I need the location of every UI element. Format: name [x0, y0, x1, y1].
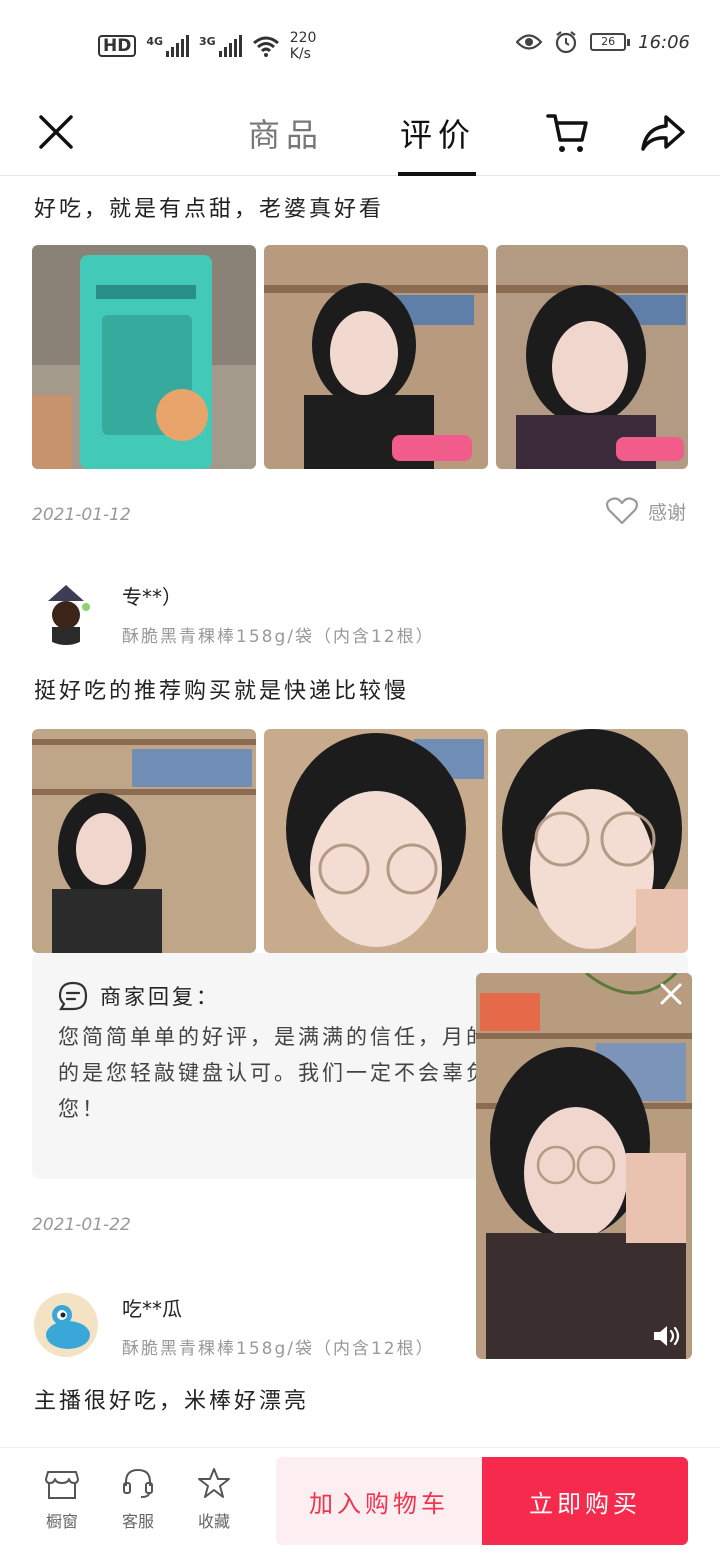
wifi-icon: [252, 36, 279, 57]
bottom-action-bar: 橱窗 客服 收藏 加入购物车 立即购买: [0, 1447, 720, 1560]
thanks-button[interactable]: 感谢: [605, 497, 686, 525]
add-to-cart-button[interactable]: 加入购物车: [276, 1457, 482, 1545]
cart-icon[interactable]: [546, 112, 590, 154]
review-photos: [32, 729, 688, 953]
avatar[interactable]: [34, 1293, 98, 1357]
review-list[interactable]: 好吃，就是有点甜，老婆真好看 2021-01-12 感谢 专**） 酥脆黑青稞棒…: [0, 177, 720, 1447]
volume-icon[interactable]: [652, 1323, 682, 1349]
review-photo[interactable]: [32, 245, 256, 469]
status-bar: HD 4G 3G 220 K/s 26 16:06: [0, 0, 720, 88]
review-text: 好吃，就是有点甜，老婆真好看: [34, 197, 385, 222]
review-photo[interactable]: [32, 729, 256, 953]
headset-icon: [123, 1468, 153, 1498]
thanks-label: 感谢: [647, 501, 686, 524]
review-photo[interactable]: [264, 245, 488, 469]
clock: 16:06: [638, 31, 690, 53]
close-video-icon[interactable]: [658, 981, 684, 1007]
customer-service-button[interactable]: 客服: [110, 1466, 166, 1532]
product-spec: 酥脆黑青稞棒158g/袋（内含12根）: [122, 1339, 435, 1359]
review-date: 2021-01-12: [32, 505, 131, 525]
user-name: 吃**瓜: [122, 1297, 182, 1321]
shop-button[interactable]: 橱窗: [34, 1466, 90, 1532]
nav-header: 商品 评价: [0, 88, 720, 176]
network-speed: 220 K/s: [289, 30, 317, 62]
alarm-icon: [556, 31, 577, 54]
avatar[interactable]: [34, 581, 98, 645]
comment-icon: [58, 981, 88, 1011]
review-user: 吃**瓜 酥脆黑青稞棒158g/袋（内含12根）: [34, 1293, 435, 1359]
shop-label: 橱窗: [45, 1512, 78, 1531]
share-icon[interactable]: [640, 114, 686, 152]
tab-review[interactable]: 评价: [400, 110, 476, 156]
hd-indicator: HD: [98, 35, 137, 57]
floating-live-video[interactable]: [476, 973, 692, 1359]
star-icon: [198, 1468, 230, 1498]
signal-4g-icon: 4G: [146, 35, 190, 57]
review-photo[interactable]: [496, 245, 688, 469]
review-text: 挺好吃的推荐购买就是快递比较慢: [34, 679, 410, 704]
service-label: 客服: [121, 1512, 154, 1531]
product-spec: 酥脆黑青稞棒158g/袋（内含12根）: [122, 627, 435, 647]
review-photos: [32, 245, 688, 469]
review-text: 主播很好吃，米棒好漂亮: [34, 1389, 310, 1414]
heart-icon: [605, 497, 638, 525]
review-photo[interactable]: [264, 729, 488, 953]
review-photo[interactable]: [496, 729, 688, 953]
favorite-button[interactable]: 收藏: [186, 1466, 242, 1532]
battery-icon: 26: [590, 33, 631, 51]
favorite-label: 收藏: [197, 1512, 230, 1531]
close-icon[interactable]: [36, 112, 76, 152]
review-date: 2021-01-22: [32, 1215, 131, 1235]
review-user: 专**） 酥脆黑青稞棒158g/袋（内含12根）: [34, 581, 435, 647]
buy-now-button[interactable]: 立即购买: [482, 1457, 688, 1545]
user-name: 专**）: [122, 585, 182, 609]
tab-goods[interactable]: 商品: [248, 110, 324, 156]
active-tab-indicator: [398, 172, 476, 176]
merchant-reply-title: 商家回复：: [100, 985, 220, 1009]
eye-icon: [516, 34, 543, 50]
storefront-icon: [45, 1471, 79, 1499]
signal-3g-icon: 3G: [199, 35, 242, 57]
